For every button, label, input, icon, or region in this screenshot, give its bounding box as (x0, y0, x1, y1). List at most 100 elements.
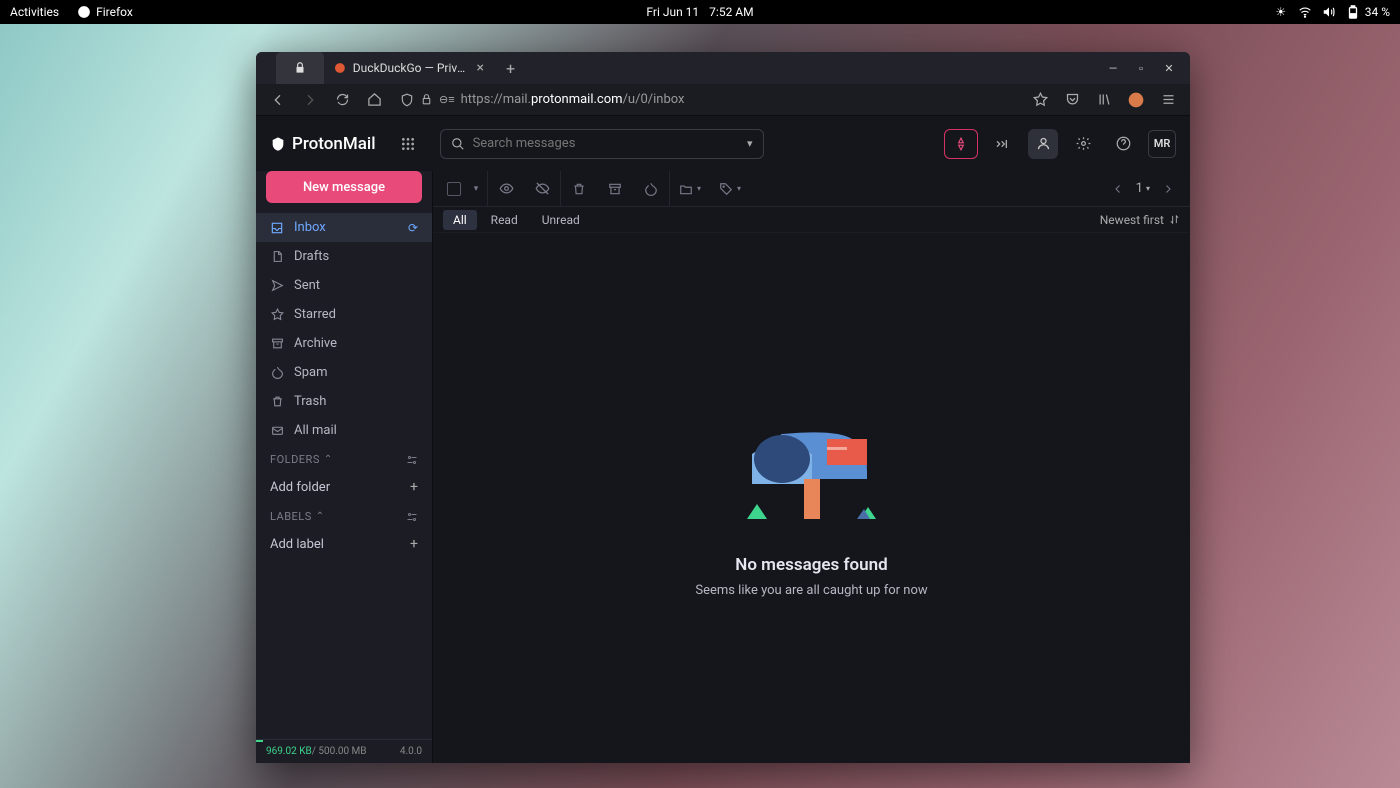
search-bar[interactable]: ▾ (440, 129, 764, 159)
forward-button[interactable] (298, 88, 322, 112)
select-dropdown[interactable]: ▾ (465, 171, 487, 207)
archive-icon (270, 337, 284, 350)
filter-read[interactable]: Read (481, 210, 528, 230)
folders-section-header[interactable]: FOLDERS⌃ (256, 445, 432, 472)
folder-label: Archive (294, 336, 337, 351)
filter-unread[interactable]: Unread (532, 210, 590, 230)
folder-label: Starred (294, 307, 336, 322)
keyboard-shortcuts-button[interactable] (988, 129, 1018, 159)
minimize-button[interactable]: — (1106, 61, 1120, 75)
spam-button[interactable] (633, 171, 669, 207)
maximize-button[interactable]: ▫ (1134, 61, 1148, 75)
help-button[interactable] (1108, 129, 1138, 159)
library-button[interactable] (1092, 88, 1116, 112)
folder-label: Sent (294, 278, 320, 293)
close-window-button[interactable]: ✕ (1162, 61, 1176, 75)
sort-button[interactable]: Newest first (1100, 213, 1180, 227)
upgrade-button[interactable] (944, 129, 978, 159)
battery-icon (1346, 5, 1360, 19)
drafts-icon (270, 250, 284, 263)
shield-icon[interactable] (400, 93, 414, 107)
wifi-icon[interactable] (1298, 5, 1312, 19)
protonmail-app: ProtonMail ▾ MR New message Inbox ⟳ Drafts… (256, 116, 1190, 763)
sort-icon (1169, 214, 1180, 225)
archive-button[interactable] (597, 171, 633, 207)
browser-window: DuckDuckGo — Privacy, s × + — ▫ ✕ ⊖≡ htt… (256, 52, 1190, 763)
folder-label: All mail (294, 423, 337, 438)
home-button[interactable] (362, 88, 386, 112)
reload-button[interactable] (330, 88, 354, 112)
folder-trash[interactable]: Trash (256, 387, 432, 416)
refresh-icon[interactable]: ⟳ (408, 221, 418, 235)
new-tab-button[interactable]: + (494, 59, 527, 78)
apps-grid-button[interactable] (396, 132, 420, 156)
clock[interactable]: Fri Jun 11 7:52 AM (646, 5, 753, 19)
lock-icon[interactable] (420, 93, 433, 107)
lock-icon (293, 61, 307, 75)
storage-indicator[interactable]: 969.02 KB / 500.00 MB 4.0.0 (256, 739, 432, 763)
search-icon (451, 137, 465, 151)
tab-duckduckgo[interactable]: DuckDuckGo — Privacy, s × (324, 52, 494, 84)
labels-section-header[interactable]: LABELS⌃ (256, 502, 432, 529)
folder-archive[interactable]: Archive (256, 329, 432, 358)
filter-bar: All Read Unread Newest first (433, 207, 1190, 233)
back-button[interactable] (266, 88, 290, 112)
battery-indicator[interactable]: 34 % (1346, 5, 1390, 19)
folder-all-mail[interactable]: All mail (256, 416, 432, 445)
logo[interactable]: ProtonMail (270, 134, 376, 154)
permissions-icon[interactable]: ⊖≡ (439, 93, 455, 107)
mark-read-button[interactable] (488, 171, 524, 207)
prev-page-button[interactable] (1104, 171, 1132, 207)
duckduckgo-icon (334, 61, 346, 75)
settings-button[interactable] (1068, 129, 1098, 159)
volume-icon[interactable] (1322, 5, 1336, 19)
add-label-button[interactable]: Add label+ (256, 529, 432, 559)
current-app[interactable]: Firefox (77, 5, 133, 19)
tab-pinned-protonmail[interactable] (276, 52, 324, 84)
chevron-up-icon: ⌃ (324, 454, 333, 465)
folder-label: Drafts (294, 249, 329, 264)
mark-unread-button[interactable] (524, 171, 560, 207)
search-chevron-icon[interactable]: ▾ (747, 137, 753, 150)
add-folder-button[interactable]: Add folder+ (256, 472, 432, 502)
folder-drafts[interactable]: Drafts (256, 242, 432, 271)
labels-settings-icon[interactable] (406, 511, 418, 523)
urlbar: ⊖≡ https://mail.protonmail.com/u/0/inbox (256, 84, 1190, 116)
contacts-button[interactable] (1028, 129, 1058, 159)
folder-inbox[interactable]: Inbox ⟳ (256, 213, 432, 242)
next-page-button[interactable] (1154, 171, 1182, 207)
account-button[interactable] (1124, 88, 1148, 112)
message-toolbar: ▾ ▾ ▾ (433, 171, 1190, 207)
main-panel: ▾ ▾ ▾ (432, 171, 1190, 763)
move-to-folder-button[interactable]: ▾ (670, 171, 710, 207)
allmail-icon (270, 424, 284, 437)
filter-all[interactable]: All (443, 210, 477, 230)
folders-settings-icon[interactable] (406, 454, 418, 466)
compose-button[interactable]: New message (266, 171, 422, 203)
menu-button[interactable] (1156, 88, 1180, 112)
trash-button[interactable] (561, 171, 597, 207)
brightness-icon[interactable]: ☀ (1274, 5, 1288, 19)
folder-spam[interactable]: Spam (256, 358, 432, 387)
url-input[interactable]: ⊖≡ https://mail.protonmail.com/u/0/inbox (394, 87, 1020, 113)
sidebar: New message Inbox ⟳ Drafts Sent Starred Archi… (256, 171, 432, 763)
tab-close-button[interactable]: × (477, 60, 484, 76)
pocket-button[interactable] (1060, 88, 1084, 112)
empty-title: No messages found (735, 555, 887, 575)
folder-starred[interactable]: Starred (256, 300, 432, 329)
activities-button[interactable]: Activities (10, 5, 59, 19)
page-selector[interactable]: 1▾ (1136, 171, 1150, 207)
mailbox-illustration (742, 399, 882, 529)
sent-icon (270, 279, 284, 292)
select-all-checkbox[interactable] (447, 182, 461, 196)
folder-sent[interactable]: Sent (256, 271, 432, 300)
user-avatar[interactable]: MR (1148, 130, 1176, 158)
folder-label: Trash (294, 394, 326, 409)
search-input[interactable] (473, 136, 739, 151)
folder-label: Spam (294, 365, 328, 380)
label-button[interactable]: ▾ (710, 171, 750, 207)
titlebar: DuckDuckGo — Privacy, s × + — ▫ ✕ (256, 52, 1190, 84)
bookmark-star-button[interactable] (1028, 88, 1052, 112)
app-header: ProtonMail ▾ MR (256, 116, 1190, 171)
folder-label: Inbox (294, 220, 326, 235)
